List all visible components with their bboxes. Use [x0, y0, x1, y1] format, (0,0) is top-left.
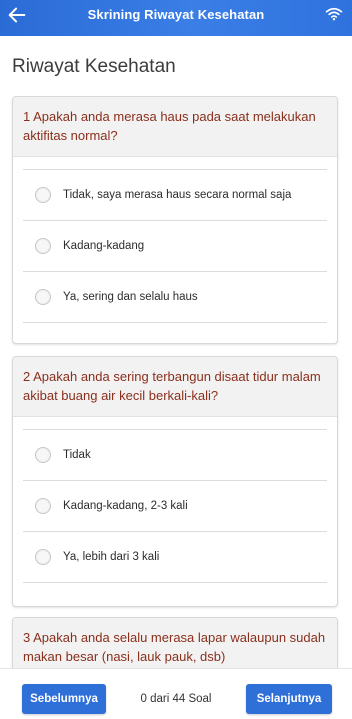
divider	[23, 480, 327, 481]
question-counter: 0 dari 44 Soal	[140, 693, 212, 705]
app-bar: Skrining Riwayat Kesehatan	[0, 0, 352, 36]
option-label: Tidak, saya merasa haus secara normal sa…	[63, 189, 292, 201]
radio-button[interactable]	[35, 289, 51, 305]
page-title: Riwayat Kesehatan	[12, 56, 176, 77]
divider	[23, 582, 327, 583]
bottom-navigation: Sebelumnya 0 dari 44 Soal Selanjutnya	[0, 668, 352, 719]
divider	[23, 429, 327, 430]
radio-button[interactable]	[35, 187, 51, 203]
option-label: Tidak	[63, 449, 91, 461]
question-card-1: 1 Apakah anda merasa haus pada saat mela…	[12, 96, 338, 344]
option-label: Ya, sering dan selalu haus	[63, 291, 198, 303]
radio-button[interactable]	[35, 549, 51, 565]
app-bar-title: Skrining Riwayat Kesehatan	[87, 7, 265, 22]
option-2-1[interactable]: Tidak	[23, 431, 327, 479]
option-1-2[interactable]: Kadang-kadang	[23, 222, 327, 270]
divider	[23, 220, 327, 221]
option-label: Kadang-kadang, 2-3 kali	[63, 500, 188, 512]
divider	[23, 271, 327, 272]
question-card-2: 2 Apakah anda sering terbangun disaat ti…	[12, 356, 338, 607]
option-2-3[interactable]: Ya, lebih dari 3 kali	[23, 533, 327, 581]
radio-button[interactable]	[35, 447, 51, 463]
divider	[23, 531, 327, 532]
option-label: Ya, lebih dari 3 kali	[63, 551, 160, 563]
divider	[23, 169, 327, 170]
option-label: Kadang-kadang	[63, 240, 145, 252]
option-1-3[interactable]: Ya, sering dan selalu haus	[23, 273, 327, 321]
next-button[interactable]: Selanjutnya	[246, 684, 332, 714]
option-2-2[interactable]: Kadang-kadang, 2-3 kali	[23, 482, 327, 530]
question-text-1: 1 Apakah anda merasa haus pada saat mela…	[13, 97, 337, 157]
previous-button[interactable]: Sebelumnya	[22, 684, 106, 714]
wifi-icon	[325, 7, 343, 21]
radio-button[interactable]	[35, 498, 51, 514]
divider	[23, 322, 327, 323]
radio-button[interactable]	[35, 238, 51, 254]
question-text-2: 2 Apakah anda sering terbangun disaat ti…	[13, 357, 337, 417]
option-1-1[interactable]: Tidak, saya merasa haus secara normal sa…	[23, 171, 327, 219]
